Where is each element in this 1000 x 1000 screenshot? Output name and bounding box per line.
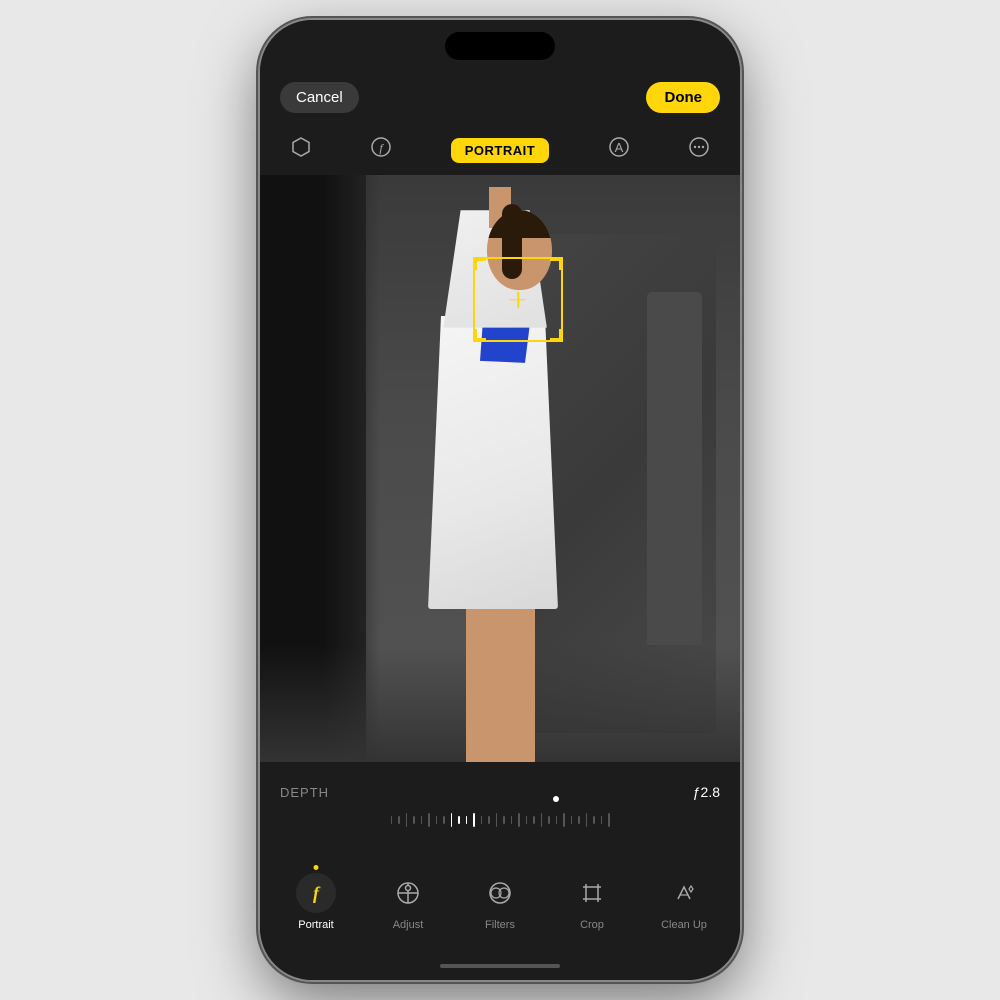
status-bar [260, 20, 740, 70]
face-box-corner-br [550, 329, 562, 341]
cleanup-tool-label: Clean Up [661, 919, 707, 931]
depth-row: DEPTH ƒ2.8 [280, 784, 720, 800]
portrait-tool-label: Portrait [298, 919, 333, 931]
auto-icon[interactable]: A [608, 136, 630, 164]
face-detection-box [473, 257, 563, 342]
tick [503, 816, 505, 824]
tick [586, 813, 588, 827]
active-indicator [314, 865, 319, 870]
slider-ticks [280, 813, 720, 827]
tool-crop[interactable]: Crop [562, 873, 622, 931]
lightning-f-icon[interactable]: f [370, 136, 392, 164]
tick [436, 816, 438, 824]
crop-tool-icon [572, 873, 612, 913]
tick [563, 813, 565, 827]
phone-screen: Cancel Done f PORTRAIT [260, 20, 740, 980]
home-bar [260, 952, 740, 980]
tick [526, 816, 528, 824]
tick [488, 816, 490, 824]
tick [533, 816, 535, 824]
tick [571, 816, 573, 824]
phone-frame: Cancel Done f PORTRAIT [260, 20, 740, 980]
tick [601, 816, 603, 824]
adjust-tool-icon [388, 873, 428, 913]
tick [608, 813, 610, 827]
tick [556, 816, 558, 824]
tick [443, 816, 445, 824]
tick [578, 816, 580, 824]
hexagon-icon[interactable] [290, 136, 312, 164]
tick [421, 816, 423, 824]
tick [473, 813, 475, 827]
tick [541, 813, 543, 827]
tick [593, 816, 595, 824]
tool-filters[interactable]: Filters [470, 873, 530, 931]
home-indicator[interactable] [440, 964, 560, 968]
adjust-tool-label: Adjust [393, 919, 424, 931]
svg-text:f: f [380, 141, 385, 155]
tick [413, 816, 415, 824]
tick [511, 816, 513, 824]
tool-cleanup[interactable]: Clean Up [654, 873, 714, 931]
face-crosshair [510, 292, 526, 308]
filters-tool-label: Filters [485, 919, 515, 931]
svg-text:A: A [614, 140, 623, 155]
tick [406, 813, 408, 827]
depth-label: DEPTH [280, 785, 329, 800]
dynamic-island [445, 32, 555, 60]
top-toolbar: Cancel Done [260, 70, 740, 125]
tick [391, 816, 393, 824]
mode-toolbar: f PORTRAIT A [260, 125, 740, 175]
portrait-tool-icon: f [296, 873, 336, 913]
leg-right [500, 604, 535, 762]
cleanup-tool-icon [664, 873, 704, 913]
face-box-corner-tr [550, 258, 562, 270]
photo-content [260, 175, 740, 762]
tick [466, 816, 468, 824]
face-box-corner-bl [474, 329, 486, 341]
tool-portrait[interactable]: f Portrait [286, 873, 346, 931]
depth-slider[interactable] [280, 810, 720, 830]
tick [398, 816, 400, 824]
tool-adjust[interactable]: Adjust [378, 873, 438, 931]
tools-toolbar: f Portrait Adjust [260, 852, 740, 952]
tick [458, 816, 460, 824]
crop-tool-label: Crop [580, 919, 604, 931]
done-button[interactable]: Done [646, 82, 720, 113]
portrait-mode-badge[interactable]: PORTRAIT [451, 138, 549, 163]
bg-person [647, 292, 702, 644]
tick [481, 816, 483, 824]
tick [548, 816, 550, 824]
face-box-corner-tl [474, 258, 486, 270]
tick [428, 813, 430, 827]
leg-left [466, 586, 501, 762]
more-options-icon[interactable] [688, 136, 710, 164]
tick-active [451, 813, 453, 827]
filters-tool-icon [480, 873, 520, 913]
aperture-value: ƒ2.8 [693, 784, 720, 800]
tick [518, 813, 520, 827]
cancel-button[interactable]: Cancel [280, 82, 359, 113]
photo-area[interactable] [260, 175, 740, 762]
tick [496, 813, 498, 827]
portrait-icon: f [296, 873, 336, 913]
slider-dot [553, 796, 559, 802]
depth-control-area: DEPTH ƒ2.8 [260, 762, 740, 852]
